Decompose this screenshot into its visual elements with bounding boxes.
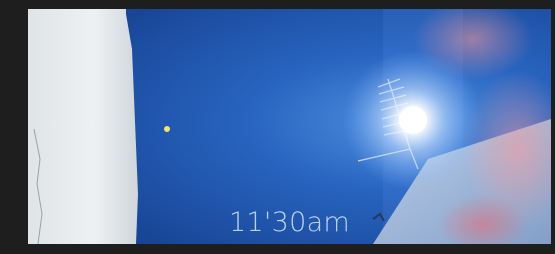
time-caption: 11'30am <box>228 207 351 238</box>
sky-photo: 11'30am <box>28 9 551 244</box>
photo-frame: 11'30am <box>0 0 555 254</box>
sun <box>399 106 427 134</box>
flare-dot <box>164 126 170 132</box>
